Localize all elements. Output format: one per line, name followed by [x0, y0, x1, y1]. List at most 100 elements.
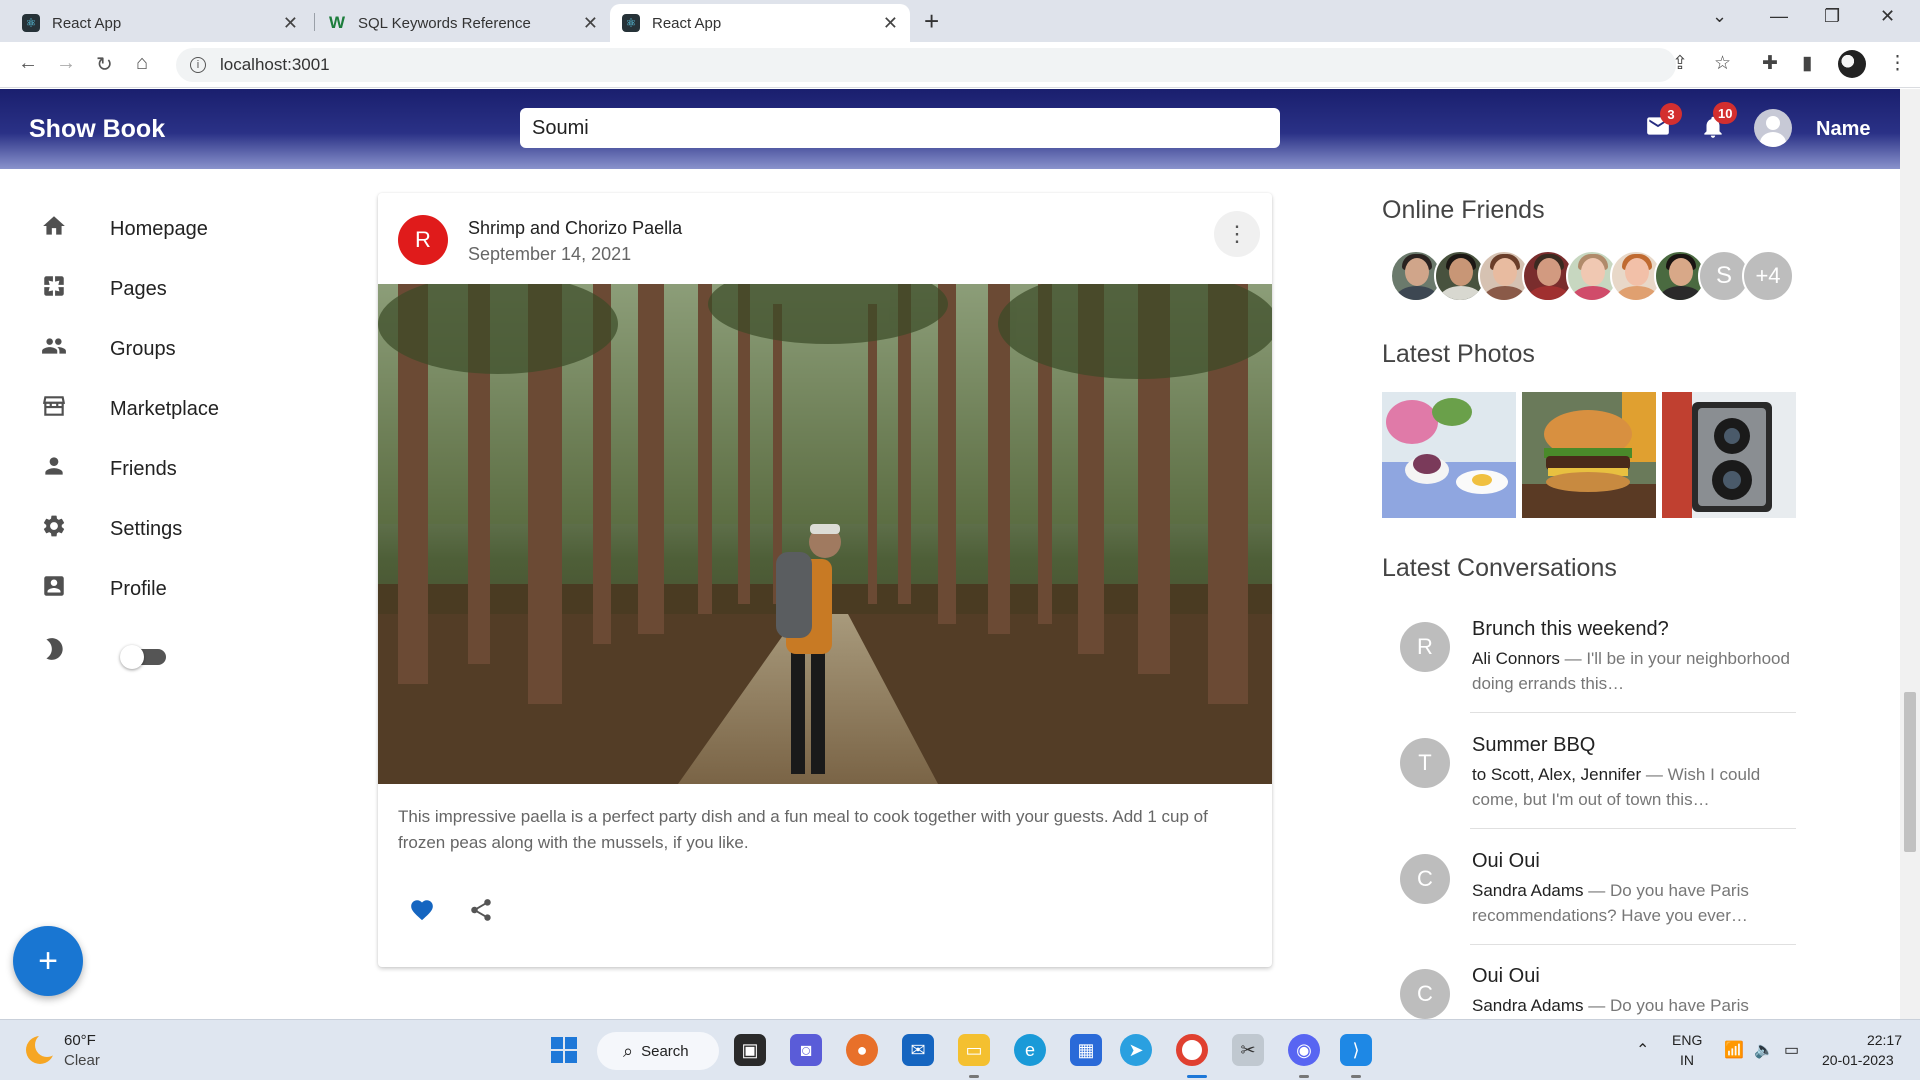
add-post-button[interactable]: +: [13, 926, 83, 996]
react-icon: ⚛: [622, 14, 640, 32]
sidebar-item-label: Groups: [110, 337, 176, 360]
home-button-icon[interactable]: ⌂: [136, 52, 148, 75]
taskbar-search[interactable]: ⌕ Search: [597, 1032, 719, 1070]
forward-icon[interactable]: →: [56, 52, 76, 75]
sidebar-item-groups[interactable]: Groups: [40, 331, 176, 367]
sidebar-item-settings[interactable]: Settings: [40, 511, 182, 547]
close-tab-icon[interactable]: ✕: [583, 13, 598, 34]
shoulders: [1528, 286, 1570, 300]
input-language[interactable]: ENG: [1672, 1032, 1702, 1048]
conversation-snippet: — Do you have Paris: [1583, 996, 1749, 1015]
browser-menu-icon[interactable]: ⋮: [1888, 52, 1907, 75]
sidebar-item-homepage[interactable]: Homepage: [40, 211, 208, 247]
face: [1405, 258, 1429, 286]
store-icon[interactable]: ▦: [1070, 1034, 1102, 1066]
tab-search-chevron-icon[interactable]: ⌄: [1712, 6, 1727, 27]
sidebar-item-profile[interactable]: Profile: [40, 571, 167, 607]
online-friends-heading: Online Friends: [1382, 196, 1545, 224]
left-sidebar: Homepage Pages Groups Marketplace Friend…: [0, 169, 360, 1019]
post-card: R Shrimp and Chorizo Paella September 14…: [378, 193, 1272, 967]
sidebar-item-label: Friends: [110, 457, 177, 480]
photo-camera[interactable]: [1662, 392, 1796, 518]
conversation-divider: [1470, 828, 1796, 829]
photo-burger[interactable]: [1522, 392, 1656, 518]
storefront-icon: [40, 393, 68, 426]
app-header: Show Book Soumi 3 10 Name: [0, 89, 1900, 169]
mail-app-icon[interactable]: ✉: [902, 1034, 934, 1066]
side-panel-icon[interactable]: ▮: [1802, 52, 1812, 75]
photo-breakfast[interactable]: [1382, 392, 1516, 518]
search-input-value: Soumi: [532, 116, 589, 139]
browser-profile-avatar[interactable]: [1838, 50, 1866, 78]
chrome-icon[interactable]: [1176, 1034, 1208, 1066]
firefox-icon[interactable]: ●: [846, 1034, 878, 1066]
search-input[interactable]: Soumi: [520, 108, 1280, 148]
browser-tab-1[interactable]: ⚛ React App ✕: [10, 4, 310, 42]
moon-weather-icon[interactable]: [26, 1033, 59, 1064]
sidebar-item-pages[interactable]: Pages: [40, 271, 167, 307]
snipping-tool-icon[interactable]: ✂: [1232, 1034, 1264, 1066]
more-friends-count[interactable]: +4: [1742, 250, 1794, 302]
post-title: Shrimp and Chorizo Paella: [468, 218, 683, 238]
post-author-avatar[interactable]: R: [398, 215, 448, 265]
back-icon[interactable]: ←: [18, 52, 38, 75]
vscode-icon[interactable]: ⟩: [1340, 1034, 1372, 1066]
scrollbar-thumb[interactable]: [1904, 692, 1916, 852]
groups-icon: [40, 333, 68, 366]
new-tab-button[interactable]: +: [924, 8, 939, 34]
telegram-icon[interactable]: ➤: [1120, 1034, 1152, 1066]
like-heart-icon[interactable]: [408, 897, 436, 930]
volume-icon[interactable]: 🔈: [1754, 1040, 1774, 1060]
close-tab-icon[interactable]: ✕: [283, 13, 298, 34]
face: [1493, 258, 1517, 286]
latest-conversations-heading: Latest Conversations: [1382, 554, 1617, 582]
close-tab-icon[interactable]: ✕: [883, 13, 898, 34]
discord-icon[interactable]: ◉: [1288, 1034, 1320, 1066]
pages-icon: [40, 273, 68, 306]
input-region[interactable]: IN: [1680, 1052, 1694, 1068]
edge-icon[interactable]: e: [1014, 1034, 1046, 1066]
share-page-icon[interactable]: ⇪: [1672, 52, 1688, 75]
user-avatar[interactable]: [1754, 109, 1792, 147]
taskbar-date[interactable]: 20-01-2023: [1822, 1052, 1894, 1068]
url-text: localhost:3001: [220, 55, 330, 74]
conversation-item[interactable]: C Oui Oui Sandra Adams — Do you have Par…: [1400, 850, 1796, 950]
extensions-icon[interactable]: ✚: [1762, 52, 1778, 75]
teams-chat-icon[interactable]: ◙: [790, 1034, 822, 1066]
battery-icon[interactable]: ▭: [1784, 1040, 1799, 1060]
address-bar[interactable]: i localhost:3001: [176, 48, 1676, 82]
file-explorer-icon[interactable]: ▭: [958, 1034, 990, 1066]
browser-tab-2[interactable]: W SQL Keywords Reference ✕: [316, 4, 610, 42]
gear-icon: [40, 513, 68, 546]
conversation-item[interactable]: R Brunch this weekend? Ali Connors — I'l…: [1400, 618, 1796, 718]
restore-icon[interactable]: ❐: [1824, 6, 1840, 27]
conversation-item[interactable]: C Oui Oui Sandra Adams — Do you have Par…: [1400, 965, 1796, 1019]
browser-tab-3[interactable]: ⚛ React App ✕: [610, 4, 910, 42]
conversation-preview: to Scott, Alex, Jennifer — Wish I could …: [1472, 762, 1802, 812]
search-icon: ⌕: [623, 1040, 634, 1061]
weather-description[interactable]: Clear: [64, 1052, 100, 1069]
sidebar-item-label: Settings: [110, 517, 183, 540]
dark-mode-toggle[interactable]: [120, 645, 168, 669]
wifi-icon[interactable]: 📶: [1724, 1040, 1744, 1060]
reload-icon[interactable]: ↻: [96, 52, 113, 77]
page-scrollbar[interactable]: [1900, 89, 1920, 1019]
post-description: This impressive paella is a perfect part…: [398, 807, 1208, 852]
windows-start-icon[interactable]: [548, 1034, 580, 1066]
app-logo[interactable]: Show Book: [29, 115, 165, 144]
tab-title: React App: [52, 14, 122, 32]
minimize-icon[interactable]: —: [1770, 6, 1788, 27]
site-info-icon[interactable]: i: [190, 57, 206, 73]
more-options-icon[interactable]: ⋮: [1214, 211, 1260, 257]
share-icon[interactable]: [468, 897, 494, 930]
task-view-icon[interactable]: ▣: [734, 1034, 766, 1066]
sidebar-item-friends[interactable]: Friends: [40, 451, 177, 487]
weather-temperature[interactable]: 60°F: [64, 1032, 96, 1049]
conversation-item[interactable]: T Summer BBQ to Scott, Alex, Jennifer — …: [1400, 734, 1796, 834]
sidebar-item-marketplace[interactable]: Marketplace: [40, 391, 219, 427]
bookmark-star-icon[interactable]: ☆: [1714, 52, 1731, 75]
close-window-icon[interactable]: ✕: [1880, 6, 1895, 27]
user-name[interactable]: Name: [1816, 118, 1870, 141]
taskbar-clock[interactable]: 22:17: [1862, 1032, 1902, 1048]
show-hidden-icons-chevron-icon[interactable]: ⌃: [1636, 1040, 1649, 1060]
